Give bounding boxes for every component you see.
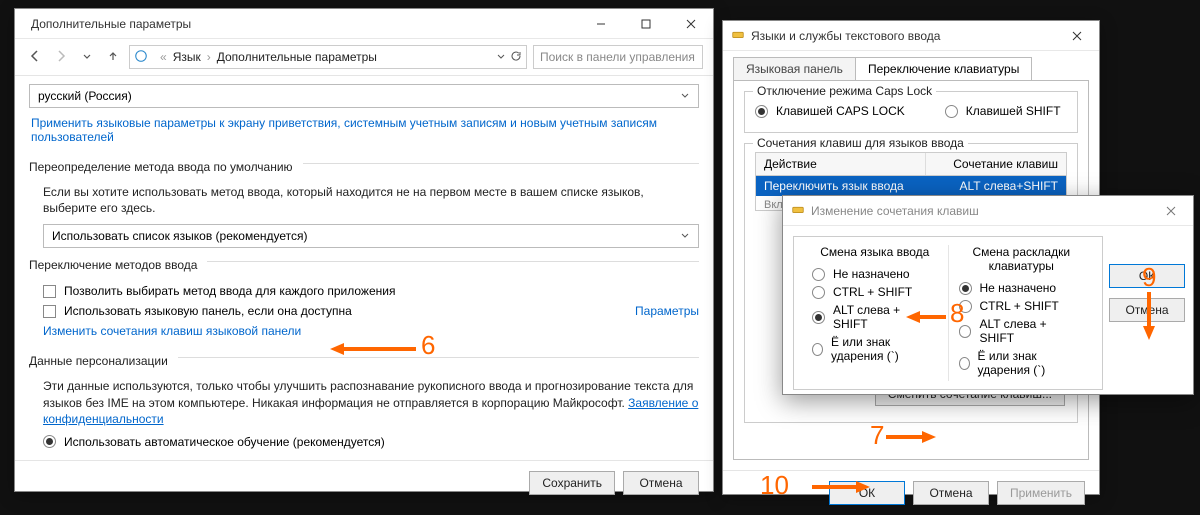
minimize-button[interactable]	[578, 9, 623, 39]
breadcrumb-item[interactable]: Язык	[173, 50, 201, 64]
breadcrumb-item[interactable]: Дополнительные параметры	[217, 50, 377, 64]
checkbox-lang-bar[interactable]	[43, 305, 56, 318]
fieldset-legend: Сочетания клавиш для языков ввода	[753, 136, 968, 150]
annotation-6: 6	[421, 330, 435, 361]
col-switch-layout: Смена раскладки клавиатуры Не назначено …	[949, 245, 1095, 381]
radio-shift-key[interactable]	[945, 105, 958, 118]
dialog-buttons: Сохранить Отмена	[15, 460, 713, 505]
annotation-9: 9	[1142, 262, 1156, 293]
window-title: Изменение сочетания клавиш	[811, 204, 1148, 218]
back-button[interactable]	[25, 48, 45, 67]
section-switching: Переключение методов ввода	[29, 258, 197, 272]
radio-lang-grave[interactable]	[812, 343, 823, 356]
radio-label: Клавишей SHIFT	[966, 104, 1061, 118]
close-button[interactable]	[1054, 21, 1099, 51]
col-combo: Сочетание клавиш	[926, 153, 1066, 175]
radio-label: ALT слева + SHIFT	[979, 317, 1084, 345]
lang-bar-options-link[interactable]: Параметры	[635, 304, 699, 318]
forward-button[interactable]	[51, 48, 71, 67]
radio-lang-alt-shift[interactable]	[812, 311, 825, 324]
radio-layout-grave[interactable]	[959, 357, 970, 370]
keyboard-icon	[791, 202, 805, 219]
radio-label: Клавишей CAPS LOCK	[776, 104, 905, 118]
chevron-down-icon	[680, 89, 690, 103]
maximize-button[interactable]	[623, 9, 668, 39]
annotation-10: 10	[760, 470, 789, 501]
refresh-icon[interactable]	[510, 50, 522, 65]
override-description: Если вы хотите использовать метод ввода,…	[43, 184, 699, 216]
up-button[interactable]	[103, 48, 123, 67]
radio-lang-none[interactable]	[812, 268, 825, 281]
apply-to-welcome-link[interactable]: Применить языковые параметры к экрану пр…	[31, 116, 657, 144]
arrow-icon	[330, 340, 416, 358]
window-title: Дополнительные параметры	[31, 17, 578, 31]
window-advanced-lang-settings: Дополнительные параметры « Язык › Дополн…	[14, 8, 714, 492]
col-action: Действие	[756, 153, 926, 175]
radio-label: Не назначено	[833, 267, 910, 281]
radio-label: Ё или знак ударения (`)	[831, 335, 938, 363]
tab-keyboard-switch[interactable]: Переключение клавиатуры	[855, 57, 1032, 80]
fieldset-caps-lock: Отключение режима Caps Lock Клавишей CAP…	[744, 91, 1078, 133]
window-title: Языки и службы текстового ввода	[751, 29, 1054, 43]
close-button[interactable]	[668, 9, 713, 39]
column-title: Смена языка ввода	[812, 245, 938, 259]
arrow-icon	[906, 308, 946, 326]
select-value: Использовать список языков (рекомендуетс…	[52, 229, 308, 243]
history-button[interactable]	[77, 48, 97, 67]
annotation-7: 7	[870, 420, 884, 451]
section-override-input: Переопределение метода ввода по умолчани…	[29, 160, 293, 174]
cancel-button[interactable]: Отмена	[913, 481, 989, 505]
address-bar-row: « Язык › Дополнительные параметры Поиск …	[15, 39, 713, 76]
globe-icon	[134, 49, 148, 66]
section-personalization: Данные персонализации	[29, 354, 168, 368]
search-input[interactable]: Поиск в панели управления	[533, 45, 703, 69]
cancel-button[interactable]: Отмена	[623, 471, 699, 495]
close-button[interactable]	[1148, 196, 1193, 226]
save-button[interactable]: Сохранить	[529, 471, 615, 495]
select-value: русский (Россия)	[38, 89, 132, 103]
chevron-down-icon	[680, 229, 690, 243]
radio-capslock-key[interactable]	[755, 105, 768, 118]
breadcrumb-bar[interactable]: « Язык › Дополнительные параметры	[129, 45, 527, 69]
override-language-select[interactable]: русский (Россия)	[29, 84, 699, 108]
radio-lang-ctrl-shift[interactable]	[812, 286, 825, 299]
personalization-description: Эти данные используются, только чтобы ул…	[43, 378, 699, 427]
checkbox-per-app[interactable]	[43, 285, 56, 298]
column-title: Смена раскладки клавиатуры	[959, 245, 1085, 273]
window-change-hotkey: Изменение сочетания клавиш Смена языка в…	[782, 195, 1194, 395]
fieldset-legend: Отключение режима Caps Lock	[753, 84, 936, 98]
chevron-down-icon[interactable]	[496, 50, 506, 65]
checkbox-label: Позволить выбирать метод ввода для каждо…	[64, 284, 395, 298]
titlebar: Языки и службы текстового ввода	[723, 21, 1099, 51]
radio-label: CTRL + SHIFT	[833, 285, 912, 299]
radio-label: CTRL + SHIFT	[980, 299, 1059, 313]
search-placeholder: Поиск в панели управления	[540, 50, 695, 64]
keyboard-icon	[731, 27, 745, 44]
table-header: Действие Сочетание клавиш	[755, 152, 1067, 175]
radio-label: Не назначено	[980, 281, 1057, 295]
table-row[interactable]: Переключить язык ввода ALT слева+SHIFT	[756, 176, 1066, 196]
titlebar: Дополнительные параметры	[15, 9, 713, 39]
arrow-icon	[886, 428, 936, 446]
radio-auto-learning[interactable]	[43, 435, 56, 448]
radio-label: Ё или знак ударения (`)	[978, 349, 1085, 377]
annotation-8: 8	[950, 298, 964, 329]
change-hotkeys-link[interactable]: Изменить сочетания клавиш языковой панел…	[43, 324, 301, 338]
tab-strip: Языковая панель Переключение клавиатуры	[723, 51, 1099, 80]
override-method-select[interactable]: Использовать список языков (рекомендуетс…	[43, 224, 699, 248]
radio-layout-none[interactable]	[959, 282, 972, 295]
apply-button[interactable]: Применить	[997, 481, 1085, 505]
tab-language-bar[interactable]: Языковая панель	[733, 57, 856, 80]
arrow-icon	[812, 478, 870, 496]
radio-label: Использовать автоматическое обучение (ре…	[64, 435, 385, 449]
arrow-icon	[1140, 292, 1158, 340]
checkbox-label: Использовать языковую панель, если она д…	[64, 304, 352, 318]
titlebar: Изменение сочетания клавиш	[783, 196, 1193, 226]
